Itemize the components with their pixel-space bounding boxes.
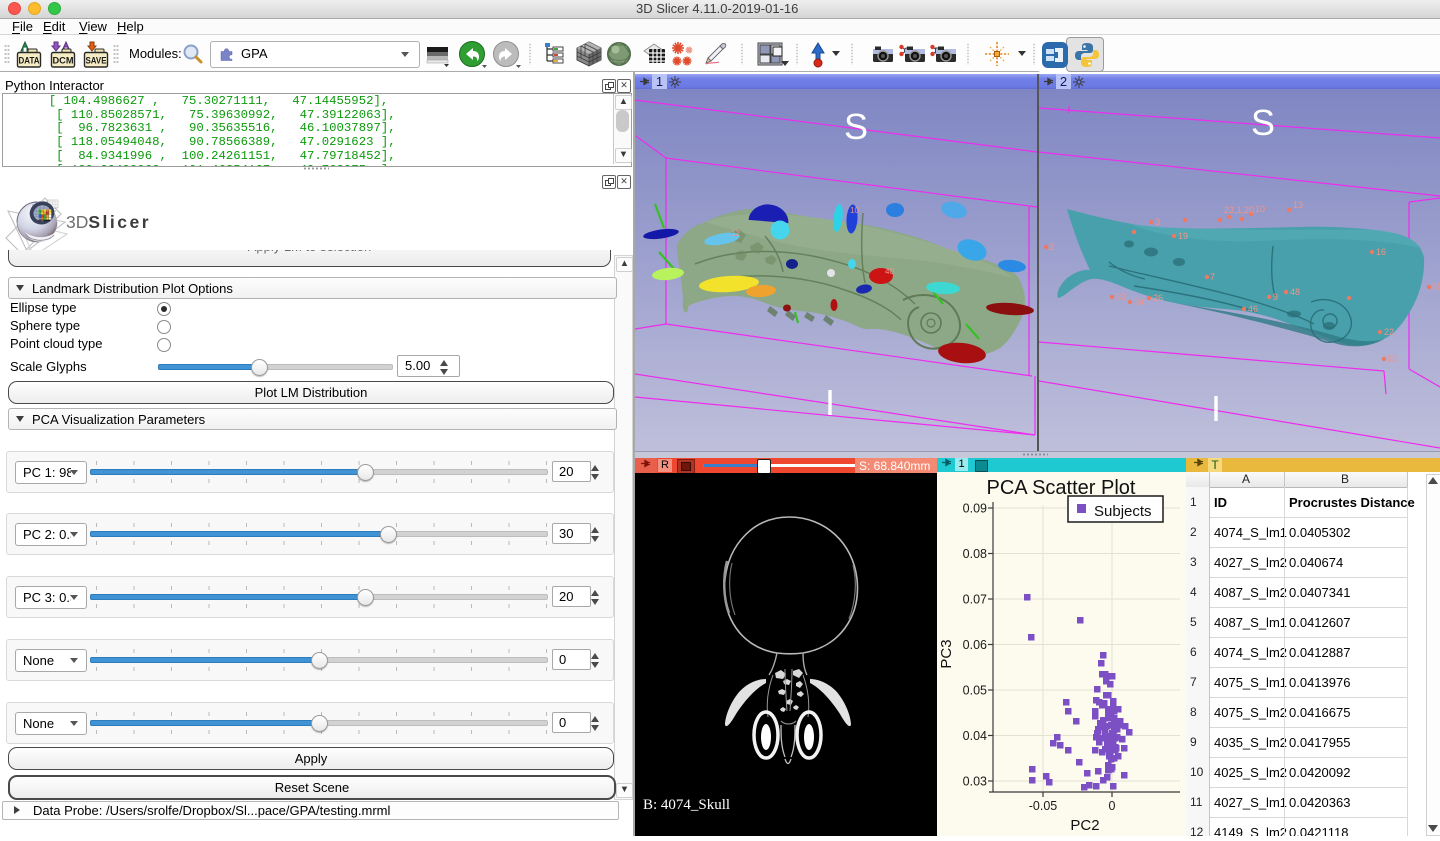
svg-text:19: 19 [1178, 231, 1188, 241]
svg-text:0.07: 0.07 [963, 593, 987, 607]
svg-text:B: 4074_Skull: B: 4074_Skull [643, 797, 730, 813]
svg-text:0.09: 0.09 [963, 502, 987, 516]
svg-text:46: 46 [1248, 304, 1258, 314]
svg-text:0.05: 0.05 [963, 684, 987, 698]
svg-text:26: 26 [1153, 293, 1163, 303]
svg-text:13: 13 [1293, 200, 1303, 210]
svg-text:7: 7 [1210, 272, 1215, 282]
svg-text:PC3: PC3 [938, 639, 955, 668]
svg-text:48: 48 [1290, 287, 1300, 297]
svg-text:3: 3 [1155, 217, 1160, 227]
svg-text:53: 53 [1387, 354, 1397, 364]
svg-text:34: 34 [1134, 297, 1144, 307]
svg-text:55: 55 [1432, 282, 1440, 292]
svg-text:DATA: DATA [19, 56, 40, 66]
svg-text:Subjects: Subjects [1094, 503, 1152, 520]
svg-text:0.08: 0.08 [963, 547, 987, 561]
svg-text:9: 9 [1273, 292, 1278, 302]
svg-text:0.06: 0.06 [963, 638, 987, 652]
svg-text:12: 12 [731, 229, 740, 238]
svg-text:0: 0 [1109, 799, 1116, 813]
svg-text:33: 33 [1116, 292, 1126, 302]
svg-text:22: 22 [1384, 327, 1394, 337]
svg-text:-0.05: -0.05 [1029, 799, 1058, 813]
svg-text:0.04: 0.04 [963, 729, 987, 743]
svg-text:2: 2 [1049, 242, 1054, 252]
svg-text:DCM: DCM [53, 56, 74, 66]
svg-text:SAVE: SAVE [86, 56, 107, 66]
svg-text:10: 10 [1255, 204, 1265, 214]
svg-text:16: 16 [1376, 247, 1386, 257]
svg-text:40: 40 [885, 267, 894, 276]
svg-text:10: 10 [850, 206, 859, 215]
svg-text:23,1,20: 23,1,20 [1224, 205, 1254, 215]
svg-text:0.03: 0.03 [963, 775, 987, 789]
svg-text:PC2: PC2 [1070, 817, 1099, 834]
